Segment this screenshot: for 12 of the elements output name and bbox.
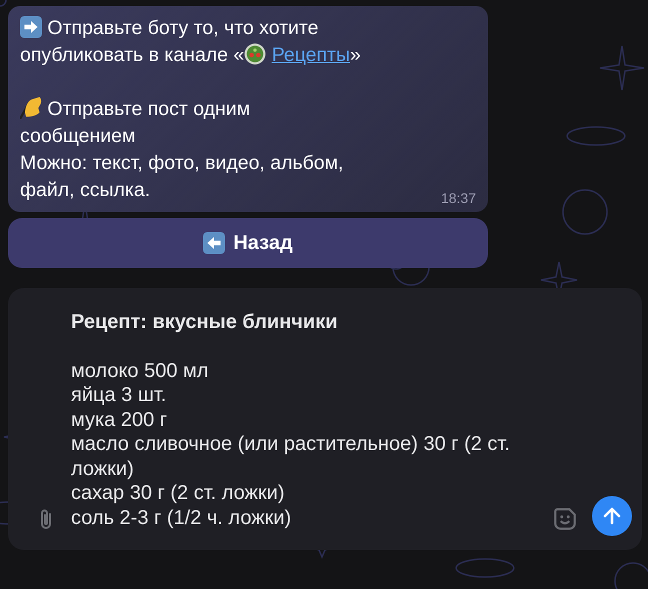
message-input-field[interactable]: Рецепт: вкусные блинчики молоко 500 мл яйца 3 шт. мука 200 г масло сливочное (или растительное) 30 г (2 ст. ложки) сахар 30 г (2 ст. ложки) соль 2-3 г (1/2 ч. ложки) [71, 310, 533, 536]
arrow-right-icon [20, 16, 42, 38]
send-button[interactable] [592, 496, 632, 536]
message-time: 18:37 [440, 190, 476, 206]
sticker-icon[interactable] [552, 506, 578, 532]
note-text: Можно: текст, фото, видео, альбом, файл, ссылка. [20, 151, 344, 203]
arrow-left-icon [203, 232, 226, 254]
channel-link[interactable]: Рецепты [272, 44, 350, 66]
instruction-text: Отправьте пост одним сообщением [20, 96, 252, 149]
message-text: Отправьте боту то, что хотите опубликовать в канале « Рецепты» [20, 15, 362, 68]
back-button[interactable]: Назад [8, 218, 488, 268]
salad-bowl-icon [244, 43, 266, 65]
